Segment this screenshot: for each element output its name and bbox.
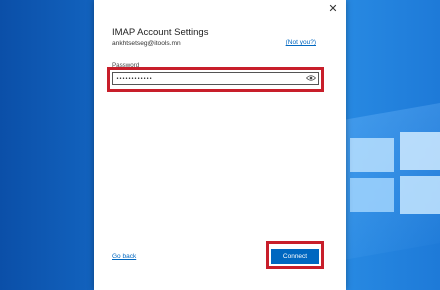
go-back-link[interactable]: Go back	[112, 253, 136, 260]
dialog-title: IMAP Account Settings	[112, 27, 209, 38]
password-field[interactable]	[112, 72, 319, 85]
account-email: ankhtsetseg@itools.mn	[112, 40, 181, 47]
connect-button[interactable]: Connect	[271, 249, 319, 264]
wallpaper-window-pane	[400, 176, 440, 214]
eye-icon[interactable]	[306, 74, 316, 82]
wallpaper-window-pane	[400, 132, 440, 170]
close-icon[interactable]: ✕	[326, 2, 340, 16]
imap-settings-dialog: ✕ IMAP Account Settings ankhtsetseg@itoo…	[94, 0, 346, 290]
wallpaper-window-pane	[350, 178, 394, 212]
not-you-link[interactable]: (Not you?)	[286, 39, 316, 46]
wallpaper-window-pane	[350, 138, 394, 172]
